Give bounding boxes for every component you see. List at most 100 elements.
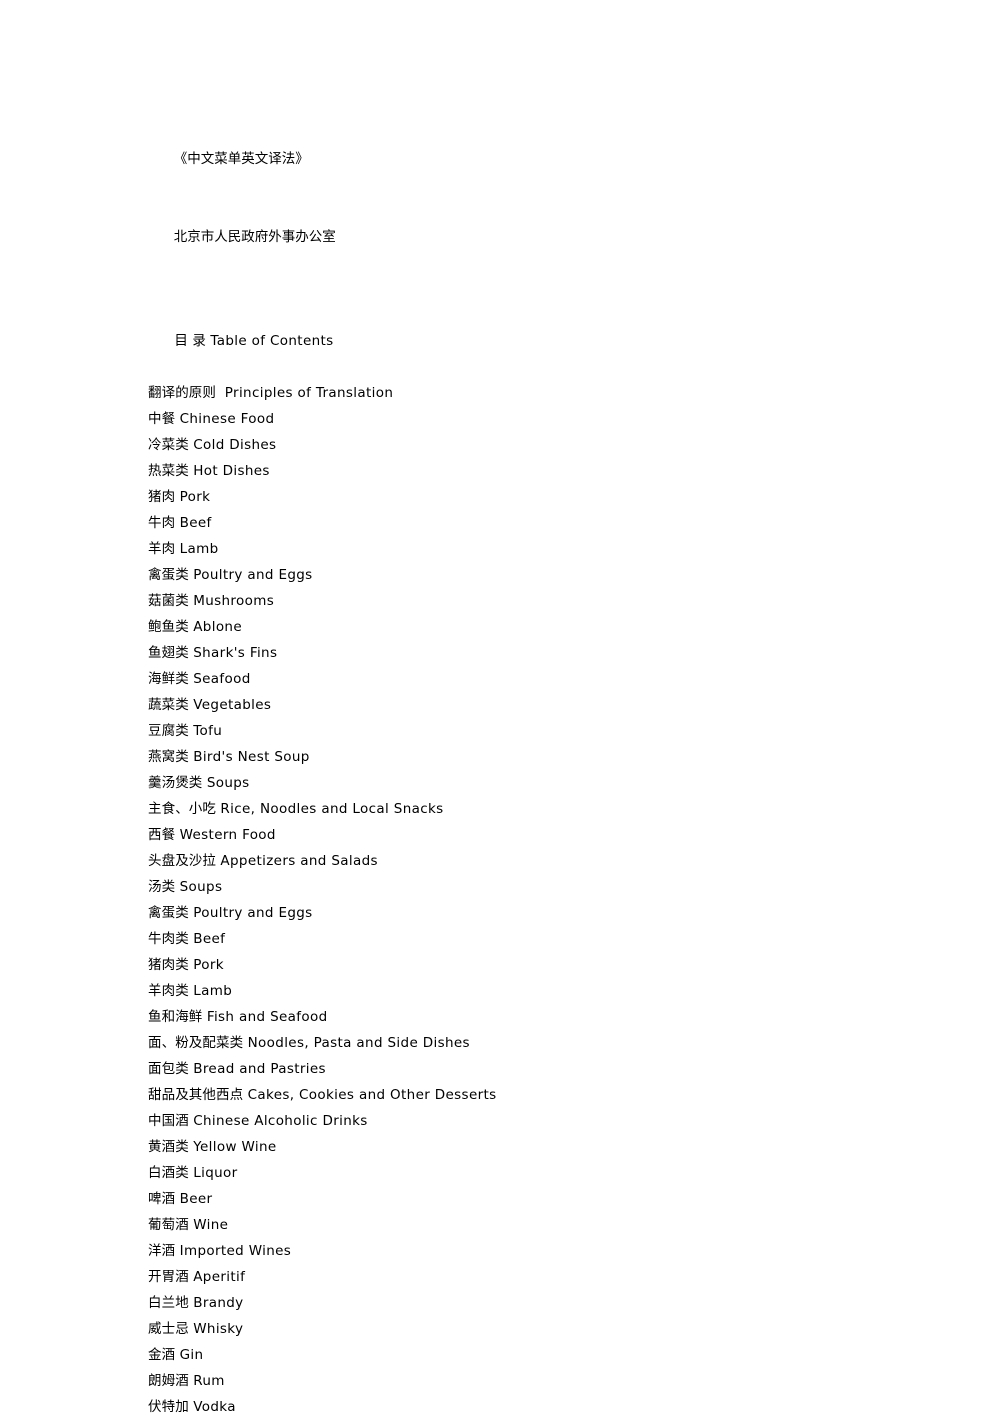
toc-entry[interactable]: 牛肉类 Beef — [148, 926, 948, 952]
toc-entry[interactable]: 甜品及其他西点 Cakes, Cookies and Other Dessert… — [148, 1082, 948, 1108]
toc-entry[interactable]: 汤类 Soups — [148, 874, 948, 900]
toc-entry-english: Rum — [193, 1373, 225, 1389]
toc-entry-english: Chinese Food — [179, 411, 275, 427]
toc-entry-chinese: 翻译的原则 — [148, 385, 216, 401]
toc-entry-english: Whisky — [193, 1321, 244, 1337]
toc-entry-english: Western Food — [179, 827, 276, 843]
toc-entry-separator — [216, 385, 225, 401]
toc-entry-chinese: 禽蛋类 — [148, 905, 189, 921]
toc-entry[interactable]: 羊肉类 Lamb — [148, 978, 948, 1004]
toc-entry[interactable]: 威士忌 Whisky — [148, 1316, 948, 1342]
toc-entry[interactable]: 伏特加 Vodka — [148, 1394, 948, 1420]
toc-entry-english: Gin — [179, 1347, 204, 1363]
toc-entry[interactable]: 开胃酒 Aperitif — [148, 1264, 948, 1290]
toc-entry[interactable]: 主食、小吃 Rice, Noodles and Local Snacks — [148, 796, 948, 822]
toc-entry-english: Vodka — [193, 1399, 236, 1415]
toc-entry-chinese: 豆腐类 — [148, 723, 189, 739]
toc-entry[interactable]: 海鲜类 Seafood — [148, 666, 948, 692]
toc-entry[interactable]: 蔬菜类 Vegetables — [148, 692, 948, 718]
toc-entry[interactable]: 面包类 Bread and Pastries — [148, 1056, 948, 1082]
toc-entry[interactable]: 中餐 Chinese Food — [148, 406, 948, 432]
toc-entry[interactable]: 翻译的原则 Principles of Translation — [148, 380, 948, 406]
toc-entry-english: Soups — [179, 879, 223, 895]
toc-entry-english: Beer — [179, 1191, 213, 1207]
toc-heading-english: Table of Contents — [210, 333, 334, 349]
toc-entry[interactable]: 中国酒 Chinese Alcoholic Drinks — [148, 1108, 948, 1134]
toc-entry[interactable]: 面、粉及配菜类 Noodles, Pasta and Side Dishes — [148, 1030, 948, 1056]
toc-entry-chinese: 羊肉类 — [148, 983, 189, 999]
toc-entry-chinese: 猪肉类 — [148, 957, 189, 973]
toc-entry[interactable]: 禽蛋类 Poultry and Eggs — [148, 900, 948, 926]
toc-entry-english: Beef — [193, 931, 226, 947]
toc-entry[interactable]: 西餐 Western Food — [148, 822, 948, 848]
toc-entry-english: Ablone — [193, 619, 242, 635]
toc-entry-english: Fish and Seafood — [206, 1009, 328, 1025]
toc-entry-chinese: 猪肉 — [148, 489, 176, 505]
toc-entry[interactable]: 禽蛋类 Poultry and Eggs — [148, 562, 948, 588]
toc-entry-chinese: 葡萄酒 — [148, 1217, 189, 1233]
toc-entry[interactable]: 鱼和海鲜 Fish and Seafood — [148, 1004, 948, 1030]
document-title: 《中文菜单英文译法》 — [148, 120, 948, 198]
toc-entry-chinese: 朗姆酒 — [148, 1373, 189, 1389]
toc-entry-chinese: 啤酒 — [148, 1191, 176, 1207]
toc-entry[interactable]: 羹汤煲类 Soups — [148, 770, 948, 796]
toc-entry-english: Mushrooms — [193, 593, 275, 609]
toc-entry-english: Pork — [193, 957, 224, 973]
toc-entry-english: Vegetables — [193, 697, 272, 713]
toc-entry-english: Rice, Noodles and Local Snacks — [220, 801, 444, 817]
toc-entry-chinese: 中餐 — [148, 411, 176, 427]
toc-entry[interactable]: 啤酒 Beer — [148, 1186, 948, 1212]
toc-entry-english: Bird's Nest Soup — [193, 749, 310, 765]
toc-entry-english: Pork — [179, 489, 211, 505]
toc-entry[interactable]: 豆腐类 Tofu — [148, 718, 948, 744]
toc-entry-chinese: 鱼和海鲜 — [148, 1009, 203, 1025]
toc-entry-chinese: 洋酒 — [148, 1243, 176, 1259]
toc-entry-english: Chinese Alcoholic Drinks — [193, 1113, 368, 1129]
toc-entry-english: Liquor — [193, 1165, 238, 1181]
toc-entry[interactable]: 白兰地 Brandy — [148, 1290, 948, 1316]
toc-entry[interactable]: 猪肉 Pork — [148, 484, 948, 510]
toc-entry[interactable]: 鲍鱼类 Ablone — [148, 614, 948, 640]
toc-entry-chinese: 燕窝类 — [148, 749, 189, 765]
document-publisher: 北京市人民政府外事办公室 — [148, 198, 948, 276]
toc-entry[interactable]: 头盘及沙拉 Appetizers and Salads — [148, 848, 948, 874]
toc-entry-chinese: 西餐 — [148, 827, 176, 843]
toc-entry[interactable]: 金酒 Gin — [148, 1342, 948, 1368]
toc-entry[interactable]: 黄酒类 Yellow Wine — [148, 1134, 948, 1160]
document-publisher-text: 北京市人民政府外事办公室 — [173, 229, 336, 245]
toc-entry[interactable]: 葡萄酒 Wine — [148, 1212, 948, 1238]
toc-entry-english: Yellow Wine — [193, 1139, 277, 1155]
toc-entry[interactable]: 燕窝类 Bird's Nest Soup — [148, 744, 948, 770]
toc-entry-chinese: 蔬菜类 — [148, 697, 189, 713]
toc-entry-english: Shark's Fins — [193, 645, 278, 661]
toc-entry-chinese: 威士忌 — [148, 1321, 189, 1337]
toc-entry-english: Lamb — [193, 983, 233, 999]
toc-entry-chinese: 牛肉 — [148, 515, 176, 531]
toc-entry[interactable]: 热菜类 Hot Dishes — [148, 458, 948, 484]
toc-entry-english: Cakes, Cookies and Other Desserts — [247, 1087, 497, 1103]
toc-entry-english: Noodles, Pasta and Side Dishes — [247, 1035, 470, 1051]
toc-entry-chinese: 菇菌类 — [148, 593, 189, 609]
toc-entry-chinese: 牛肉类 — [148, 931, 189, 947]
toc-entry-english: Imported Wines — [179, 1243, 292, 1259]
toc-entry-chinese: 中国酒 — [148, 1113, 189, 1129]
toc-entry-english: Poultry and Eggs — [193, 567, 313, 583]
toc-entry-chinese: 甜品及其他西点 — [148, 1087, 244, 1103]
toc-entry-english: Tofu — [193, 723, 223, 739]
toc-entry[interactable]: 洋酒 Imported Wines — [148, 1238, 948, 1264]
toc-entry[interactable]: 白酒类 Liquor — [148, 1160, 948, 1186]
toc-entry-chinese: 汤类 — [148, 879, 176, 895]
toc-entry-english: Brandy — [193, 1295, 244, 1311]
toc-entry-chinese: 冷菜类 — [148, 437, 189, 453]
toc-entry[interactable]: 冷菜类 Cold Dishes — [148, 432, 948, 458]
toc-entry[interactable]: 羊肉 Lamb — [148, 536, 948, 562]
toc-entry[interactable]: 菇菌类 Mushrooms — [148, 588, 948, 614]
toc-entry[interactable]: 朗姆酒 Rum — [148, 1368, 948, 1394]
toc-entry-english: Aperitif — [193, 1269, 246, 1285]
toc-entry[interactable]: 猪肉类 Pork — [148, 952, 948, 978]
toc-entry-english: Seafood — [193, 671, 251, 687]
toc-entry[interactable]: 鱼翅类 Shark's Fins — [148, 640, 948, 666]
toc-entry-english: Hot Dishes — [193, 463, 270, 479]
toc-entry[interactable]: 牛肉 Beef — [148, 510, 948, 536]
